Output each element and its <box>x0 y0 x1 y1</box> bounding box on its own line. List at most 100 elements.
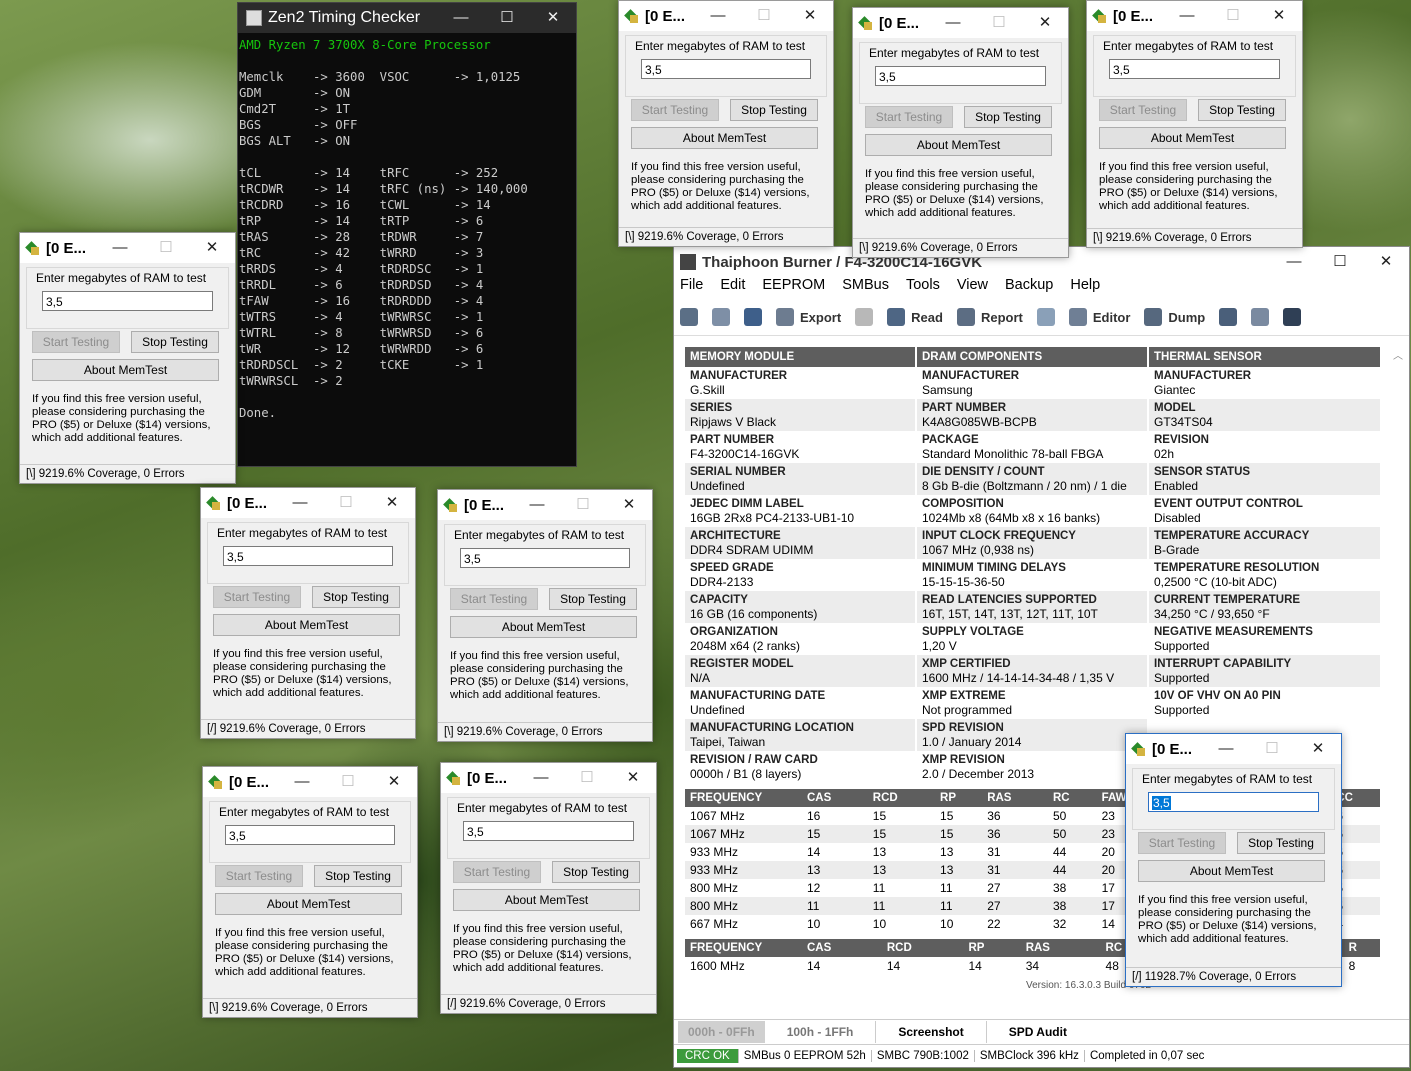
maximize-button[interactable]: ☐ <box>741 1 787 31</box>
menu-smbus[interactable]: SMBus <box>842 277 889 299</box>
monitor-icon[interactable] <box>1283 308 1302 326</box>
menu-tools[interactable]: Tools <box>906 277 940 299</box>
tab-spd-audit[interactable]: SPD Audit <box>985 1021 1089 1043</box>
scroll-up-icon[interactable]: ︿ <box>1393 347 1407 362</box>
memtest-titlebar[interactable]: [0 E... — ☐ ✕ <box>441 763 656 793</box>
minimize-button[interactable]: — <box>518 763 564 793</box>
search-icon[interactable] <box>1219 308 1238 326</box>
editor-button[interactable]: Editor <box>1068 308 1130 326</box>
minimize-button[interactable]: — <box>1164 1 1210 31</box>
memtest-window[interactable]: [0 E... — ☐ ✕ Enter megabytes of RAM to te… <box>202 766 418 1018</box>
maximize-button[interactable]: ☐ <box>564 763 610 793</box>
start-testing-button[interactable]: Start Testing <box>32 331 120 353</box>
ram-amount-input[interactable]: 3,5 <box>460 548 630 568</box>
memtest-window[interactable]: [0 E... — ☐ ✕ Enter megabytes of RAM to te… <box>437 489 653 742</box>
menu-backup[interactable]: Backup <box>1005 277 1053 299</box>
minimize-button[interactable]: — <box>514 490 560 520</box>
start-testing-button[interactable]: Start Testing <box>215 865 303 887</box>
start-testing-button[interactable]: Start Testing <box>631 99 719 121</box>
stop-testing-button[interactable]: Stop Testing <box>131 331 219 353</box>
minimize-button[interactable]: — <box>695 1 741 31</box>
memtest-window[interactable]: [0 E... — ☐ ✕ Enter megabytes of RAM to te… <box>852 7 1069 258</box>
about-memtest-button[interactable]: About MemTest <box>453 889 640 911</box>
console-window[interactable]: Zen2 Timing Checker — ☐ ✕ AMD Ryzen 7 3700… <box>237 2 577 467</box>
maximize-button[interactable]: ☐ <box>1210 1 1256 31</box>
maximize-button[interactable]: ☐ <box>560 490 606 520</box>
menu-eeprom[interactable]: EEPROM <box>762 277 825 299</box>
memtest-titlebar[interactable]: [0 E... — ☐ ✕ <box>203 767 417 797</box>
start-testing-button[interactable]: Start Testing <box>453 861 541 883</box>
maximize-button[interactable]: ☐ <box>1249 734 1295 764</box>
memtest-window[interactable]: [0 E... — ☐ ✕ Enter megabytes of RAM to te… <box>1086 0 1303 248</box>
memtest-titlebar[interactable]: [0 E... — ☐ ✕ <box>201 488 415 518</box>
minimize-button[interactable]: — <box>97 233 143 263</box>
ram-amount-input[interactable]: 3,5 <box>641 59 811 79</box>
stop-testing-button[interactable]: Stop Testing <box>552 861 640 883</box>
ram-amount-input[interactable]: 3,5 <box>1109 59 1280 79</box>
maximize-button[interactable]: ☐ <box>143 233 189 263</box>
tab-screenshot[interactable]: Screenshot <box>875 1021 985 1043</box>
vertical-scrollbar[interactable]: ︿ <box>1393 347 1407 1027</box>
close-button[interactable]: ✕ <box>1363 247 1409 277</box>
minimize-button[interactable]: — <box>438 3 484 33</box>
close-button[interactable]: ✕ <box>1022 8 1068 38</box>
export-button[interactable]: Export <box>776 308 841 326</box>
close-button[interactable]: ✕ <box>530 3 576 33</box>
memtest-window[interactable]: [0 E... — ☐ ✕ Enter megabytes of RAM to te… <box>1125 733 1342 987</box>
about-memtest-button[interactable]: About MemTest <box>631 127 818 149</box>
start-testing-button[interactable]: Start Testing <box>213 586 301 608</box>
maximize-button[interactable]: ☐ <box>325 767 371 797</box>
about-memtest-button[interactable]: About MemTest <box>865 134 1052 156</box>
dump-button[interactable]: Dump <box>1144 308 1205 326</box>
maximize-button[interactable]: ☐ <box>1317 247 1363 277</box>
ram-amount-input[interactable]: 3,5 <box>875 66 1046 86</box>
lock-icon[interactable] <box>855 308 874 326</box>
about-memtest-button[interactable]: About MemTest <box>1138 860 1325 882</box>
close-button[interactable]: ✕ <box>189 233 235 263</box>
close-button[interactable]: ✕ <box>787 1 833 31</box>
ram-amount-input[interactable]: 3,5 <box>1148 792 1319 812</box>
console-titlebar[interactable]: Zen2 Timing Checker — ☐ ✕ <box>238 3 576 33</box>
memtest-titlebar[interactable]: [0 E... — ☐ ✕ <box>1126 734 1341 764</box>
about-memtest-button[interactable]: About MemTest <box>215 893 402 915</box>
memtest-window[interactable]: [0 E... — ☐ ✕ Enter megabytes of RAM to te… <box>19 232 236 484</box>
ram-amount-input[interactable]: 3,5 <box>463 821 634 841</box>
memtest-titlebar[interactable]: [0 E... — ☐ ✕ <box>853 8 1068 38</box>
tab-100h[interactable]: 100h - 1FFh <box>765 1021 876 1043</box>
stop-testing-button[interactable]: Stop Testing <box>964 106 1052 128</box>
maximize-button[interactable]: ☐ <box>484 3 530 33</box>
close-button[interactable]: ✕ <box>371 767 417 797</box>
stop-testing-button[interactable]: Stop Testing <box>1198 99 1286 121</box>
ram-amount-input[interactable]: 3,5 <box>225 825 395 845</box>
memtest-titlebar[interactable]: [0 E... — ☐ ✕ <box>619 1 833 31</box>
start-testing-button[interactable]: Start Testing <box>1138 832 1226 854</box>
memtest-titlebar[interactable]: [0 E... — ☐ ✕ <box>1087 1 1302 31</box>
save-icon[interactable] <box>744 308 762 326</box>
about-memtest-button[interactable]: About MemTest <box>1099 127 1286 149</box>
settings-icon[interactable] <box>680 308 698 326</box>
close-button[interactable]: ✕ <box>1295 734 1341 764</box>
maximize-button[interactable]: ☐ <box>976 8 1022 38</box>
start-testing-button[interactable]: Start Testing <box>1099 99 1187 121</box>
about-memtest-button[interactable]: About MemTest <box>213 614 400 636</box>
stop-testing-button[interactable]: Stop Testing <box>1237 832 1325 854</box>
minimize-button[interactable]: — <box>1203 734 1249 764</box>
memtest-window[interactable]: [0 E... — ☐ ✕ Enter megabytes of RAM to te… <box>440 762 657 1014</box>
open-icon[interactable] <box>712 308 730 326</box>
close-button[interactable]: ✕ <box>369 488 415 518</box>
close-button[interactable]: ✕ <box>606 490 652 520</box>
maximize-button[interactable]: ☐ <box>323 488 369 518</box>
menu-help[interactable]: Help <box>1070 277 1100 299</box>
close-button[interactable]: ✕ <box>1256 1 1302 31</box>
minimize-button[interactable]: — <box>277 488 323 518</box>
ram-amount-input[interactable]: 3,5 <box>223 546 393 566</box>
start-testing-button[interactable]: Start Testing <box>450 588 538 610</box>
memtest-window[interactable]: [0 E... — ☐ ✕ Enter megabytes of RAM to te… <box>618 0 834 247</box>
start-testing-button[interactable]: Start Testing <box>865 106 953 128</box>
about-memtest-button[interactable]: About MemTest <box>450 616 637 638</box>
read-button[interactable]: Read <box>887 308 943 326</box>
minimize-button[interactable]: — <box>930 8 976 38</box>
report-button[interactable]: Report <box>956 308 1023 326</box>
ram-amount-input[interactable]: 3,5 <box>42 291 213 311</box>
close-button[interactable]: ✕ <box>610 763 656 793</box>
